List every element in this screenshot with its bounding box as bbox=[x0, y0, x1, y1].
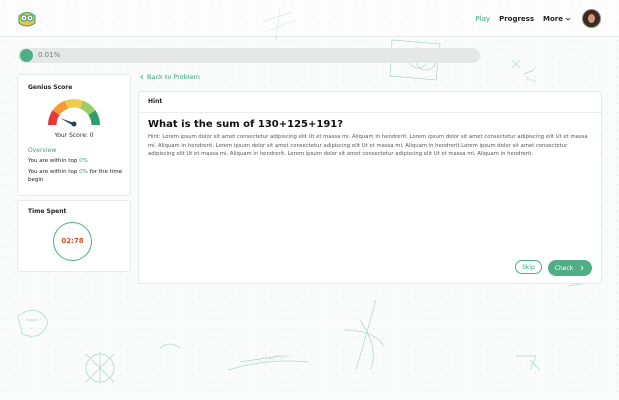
back-link-label: Back to Problem bbox=[147, 73, 201, 81]
chevron-down-icon bbox=[565, 17, 571, 21]
score-gauge bbox=[48, 98, 100, 127]
within-top-percent: 0% bbox=[79, 169, 88, 175]
nav-play[interactable]: Play bbox=[475, 15, 490, 23]
within-top-percent: 0% bbox=[79, 158, 88, 164]
progress-bar bbox=[18, 48, 480, 63]
chevron-right-icon bbox=[580, 265, 584, 271]
timer-value: 02:78 bbox=[61, 237, 84, 245]
nav-more-menu[interactable]: More bbox=[543, 15, 571, 23]
progress-indicator bbox=[20, 49, 33, 62]
genius-score-title: Genius Score bbox=[28, 84, 73, 91]
question-title: What is the sum of 130+125+191? bbox=[148, 119, 344, 130]
nav-more-label: More bbox=[543, 14, 563, 23]
main-nav: Play Progress More bbox=[466, 9, 601, 28]
owl-logo-icon[interactable] bbox=[16, 8, 38, 30]
check-button-label: Check bbox=[554, 264, 574, 272]
progress-percent: 0.01% bbox=[38, 51, 61, 59]
within-top-text: You are within top bbox=[28, 169, 80, 175]
svg-text:x^2+y^2=c: x^2+y^2=c bbox=[257, 354, 290, 364]
within-top-text: You are within top bbox=[28, 158, 80, 164]
hint-header-label: Hint bbox=[148, 98, 163, 105]
check-button[interactable]: Check bbox=[548, 260, 592, 276]
genius-score-card: Genius Score Your Score: 0 Overview You … bbox=[17, 74, 131, 196]
time-spent-card: Time Spent 02:78 bbox=[17, 200, 131, 272]
svg-text:x+y: x+y bbox=[525, 76, 537, 85]
hint-text: Hint: Lorem ipsum dolor sit amet consect… bbox=[148, 134, 588, 157]
back-to-problem-link[interactable]: Back to Problem bbox=[139, 73, 200, 81]
chevron-left-icon bbox=[140, 74, 144, 80]
time-spent-title: Time Spent bbox=[28, 208, 67, 215]
top-header: Play Progress More bbox=[0, 0, 619, 37]
user-avatar[interactable] bbox=[582, 9, 601, 28]
skip-button[interactable]: Skip bbox=[515, 260, 542, 274]
within-top-line-2: You are within top 0% for the time begin bbox=[28, 168, 126, 184]
timer-ring: 02:78 bbox=[53, 222, 92, 261]
hint-header: Hint bbox=[139, 92, 601, 113]
your-score: Your Score: 0 bbox=[54, 132, 94, 139]
overview-label: Overview bbox=[28, 147, 57, 154]
nav-progress[interactable]: Progress bbox=[499, 15, 534, 23]
hint-card: Hint What is the sum of 130+125+191? Hin… bbox=[138, 91, 602, 284]
gauge-segment-yellow bbox=[65, 98, 83, 109]
within-top-line-1: You are within top 0% bbox=[28, 157, 126, 165]
